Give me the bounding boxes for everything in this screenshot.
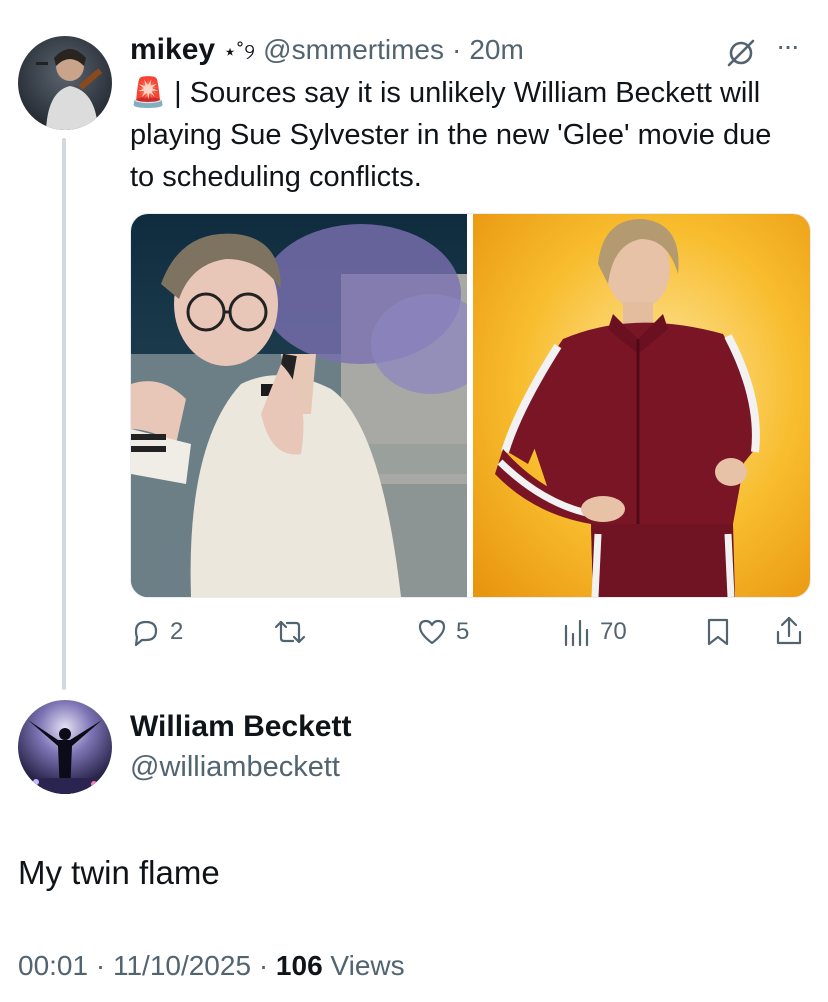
reply-author-handle[interactable]: @williambeckett [130,751,340,784]
views-icon [564,619,589,647]
share-action[interactable] [774,614,804,648]
author-handle[interactable]: @smmertimes [263,34,444,66]
bookmark-action[interactable] [704,616,732,648]
share-icon [776,616,802,645]
repost-action[interactable] [272,616,316,648]
reply-time[interactable]: 00:01 [18,950,88,981]
reply-action[interactable]: 2 [130,616,183,648]
tweet-text: 🚨 | Sources say it is unlikely William B… [130,72,790,198]
more-icon[interactable]: ··· [776,30,816,64]
separator-dot: · [452,34,462,65]
reply-meta: 00:01 · 11/10/2025 · 106 Views [18,950,405,982]
reply-icon [134,620,158,647]
like-action[interactable]: 5 [416,616,469,648]
tweet-time[interactable]: 20m [469,34,523,66]
reply-author-name[interactable]: William Beckett [130,710,351,744]
like-count: 5 [456,618,470,645]
tweet-body: | Sources say it is unlikely William Bec… [130,77,772,193]
media-grid[interactable] [130,213,811,598]
views-count: 70 [600,618,627,645]
avatar-william-beckett[interactable] [18,700,112,794]
thread-line [62,138,66,690]
views-action[interactable]: 70 [562,616,627,648]
avatar-mikey[interactable] [18,36,112,130]
meta-separator-1: · [95,950,106,981]
reply-views-count: 106 [275,950,323,981]
bookmark-icon [707,618,729,646]
author-name-decoration: ⋆˚୨ [223,39,256,64]
meta-separator-2: · [258,950,269,981]
author-name[interactable]: mikey [130,33,215,67]
tweet-photo-2[interactable] [473,214,810,597]
reply-count: 2 [170,618,184,645]
reply-views-label: Views [330,950,405,981]
repost-icon [274,620,306,644]
no-notifications-icon[interactable] [724,36,758,70]
reply-text: My twin flame [18,854,220,891]
reply-date[interactable]: 11/10/2025 [113,950,251,981]
alert-emoji: 🚨 [130,77,167,109]
like-icon [418,619,446,645]
tweet-photo-1[interactable] [131,214,467,597]
